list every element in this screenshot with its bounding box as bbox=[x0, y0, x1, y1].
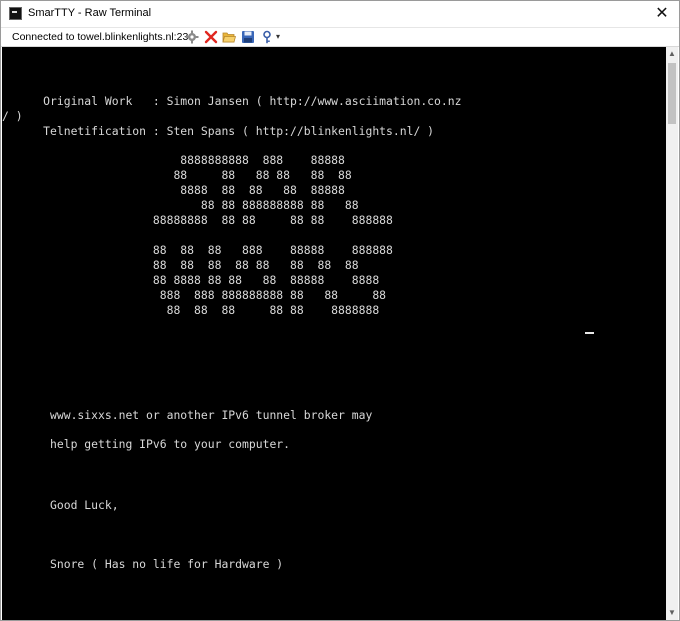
terminal-output[interactable]: Original Work : Simon Jansen ( http://ww… bbox=[2, 47, 667, 620]
toolbar: Connected to towel.blinkenlights.nl:23 ▾ bbox=[1, 27, 679, 47]
open-folder-icon[interactable] bbox=[222, 30, 237, 44]
terminal-line: Telnetification : Sten Spans ( http://bl… bbox=[2, 124, 435, 138]
terminal-line: Good Luck, bbox=[2, 498, 119, 512]
ascii-art-line: 88 88 88 88 88 8888888 bbox=[2, 303, 380, 317]
ascii-art-line: 88 88 88 88 88 88 bbox=[2, 168, 352, 182]
scroll-down-icon[interactable]: ▼ bbox=[666, 606, 678, 620]
terminal-line: www.sixxs.net or another IPv6 tunnel bro… bbox=[2, 408, 373, 422]
smartty-window: SmarTTY - Raw Terminal ✕ Connected to to… bbox=[0, 0, 680, 621]
settings-icon[interactable] bbox=[185, 30, 199, 44]
title-bar: SmarTTY - Raw Terminal ✕ bbox=[1, 1, 679, 27]
disconnect-icon[interactable] bbox=[204, 30, 218, 44]
ascii-art-line: 88 88 88 888 88888 888888 bbox=[2, 243, 393, 257]
ascii-art-line: 88 88 88 88 88 88 88 88 bbox=[2, 258, 359, 272]
close-button[interactable]: ✕ bbox=[645, 1, 679, 27]
connection-status: Connected to towel.blinkenlights.nl:23 bbox=[12, 31, 189, 43]
terminal-line: Original Work : Simon Jansen ( http://ww… bbox=[2, 94, 462, 108]
terminal-app-icon bbox=[9, 7, 22, 20]
ascii-art-line: 88888888 88 88 88 88 888888 bbox=[2, 213, 393, 227]
vertical-scrollbar[interactable]: ▲ ▼ bbox=[666, 47, 678, 620]
terminal-line: help getting IPv6 to your computer. bbox=[2, 437, 291, 451]
scroll-up-icon[interactable]: ▲ bbox=[666, 47, 678, 61]
ascii-art-line: 8888 88 88 88 88888 bbox=[2, 183, 345, 197]
window-title: SmarTTY - Raw Terminal bbox=[28, 7, 152, 19]
ascii-art-line: 88 8888 88 88 88 88888 8888 bbox=[2, 273, 380, 287]
ascii-art-line: 8888888888 888 88888 bbox=[2, 153, 345, 167]
save-icon[interactable] bbox=[241, 30, 255, 44]
ascii-art-line: 88 88 888888888 88 88 bbox=[2, 198, 359, 212]
scroll-thumb[interactable] bbox=[668, 63, 676, 124]
terminal-line: / ) bbox=[2, 109, 23, 123]
ascii-art-line: 888 888 888888888 88 88 88 bbox=[2, 288, 387, 302]
dropdown-arrow-icon[interactable]: ▾ bbox=[271, 30, 285, 44]
terminal-line: Snore ( Has no life for Hardware ) bbox=[2, 557, 284, 571]
terminal-cursor bbox=[585, 332, 594, 334]
